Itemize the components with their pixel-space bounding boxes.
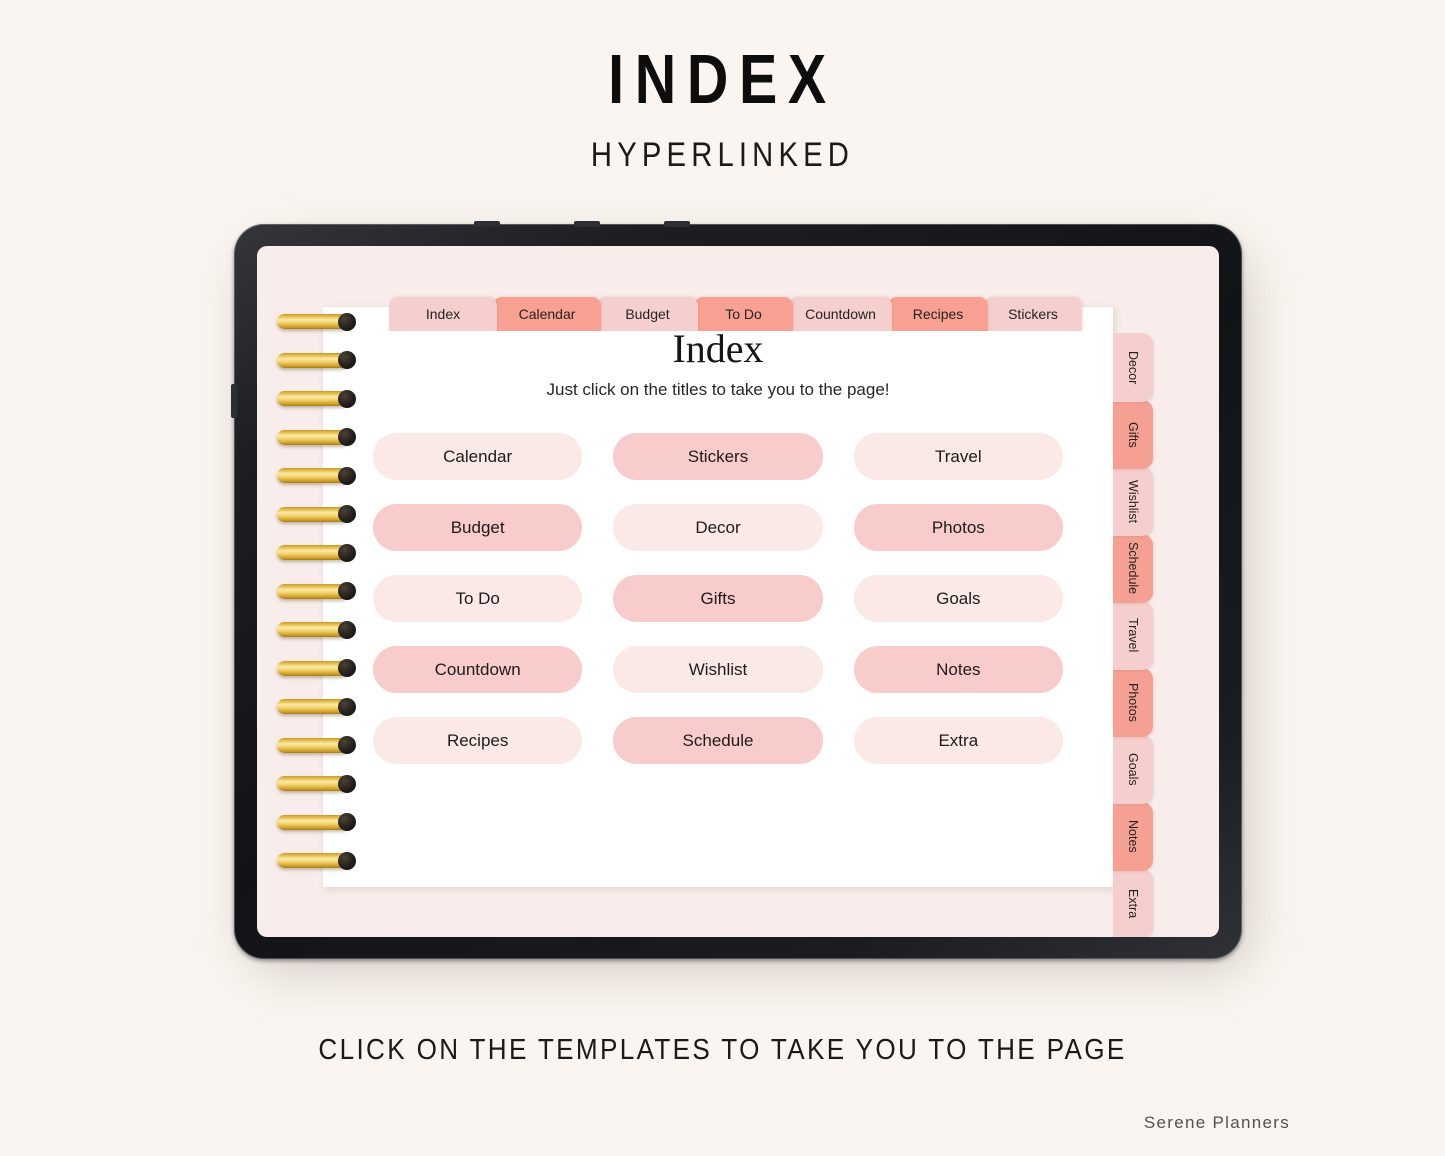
spiral-ring	[277, 389, 356, 408]
tablet-power-button[interactable]	[664, 221, 690, 227]
index-link-countdown[interactable]: Countdown	[373, 646, 583, 693]
spiral-ring	[277, 851, 356, 870]
tablet-device: Index Calendar Budget To Do Countdown Recipes…	[231, 221, 1242, 959]
spiral-ring	[277, 697, 356, 716]
planner-page-title: Index	[672, 326, 764, 371]
spiral-ring	[277, 428, 356, 446]
planner-page-subtitle: Just click on the titles to take you to …	[546, 380, 890, 399]
top-tab-countdown[interactable]: Countdown	[789, 297, 892, 331]
spiral-binding	[277, 312, 359, 894]
tablet-side-button[interactable]	[231, 384, 237, 418]
top-tab-to-do[interactable]: To Do	[694, 297, 793, 331]
side-tab-label: Gifts	[1126, 421, 1140, 448]
tablet-volume-up-button[interactable]	[474, 221, 500, 227]
top-tab-recipes[interactable]: Recipes	[888, 297, 988, 331]
tablet-screen: Index Calendar Budget To Do Countdown Recipes…	[257, 246, 1219, 937]
index-link-gifts[interactable]: Gifts	[613, 575, 823, 622]
index-link-notes[interactable]: Notes	[853, 646, 1063, 693]
spiral-ring	[277, 582, 356, 600]
side-tab-photos[interactable]: Photos	[1113, 668, 1153, 737]
side-tab-label: Schedule	[1126, 542, 1140, 595]
index-link-decor[interactable]: Decor	[613, 504, 823, 551]
side-tab-wishlist[interactable]: Wishlist	[1113, 467, 1153, 536]
side-tab-label: Photos	[1126, 683, 1140, 722]
index-link-photos[interactable]: Photos	[853, 504, 1063, 551]
side-tab-label: Wishlist	[1126, 479, 1140, 524]
side-tab-decor[interactable]: Decor	[1113, 333, 1153, 402]
spiral-ring	[277, 620, 356, 639]
planner-page: Index Just click on the titles to take y…	[323, 307, 1113, 887]
index-link-grid: Calendar Stickers Travel Budget Decor Photos T…	[373, 433, 1063, 764]
side-tab-schedule[interactable]: Schedule	[1113, 534, 1153, 603]
index-link-budget[interactable]: Budget	[373, 504, 583, 551]
index-link-stickers[interactable]: Stickers	[613, 433, 823, 480]
brand-label: Serene Planners	[1143, 1113, 1290, 1132]
page-subtitle: HYPERLINKED	[590, 136, 855, 174]
index-link-goals[interactable]: Goals	[853, 575, 1063, 622]
side-tab-strip: Decor Gifts Wishlist Schedule Travel Photos Go…	[1113, 333, 1153, 937]
spiral-ring	[277, 505, 356, 523]
index-link-travel[interactable]: Travel	[853, 433, 1063, 480]
top-tab-calendar[interactable]: Calendar	[493, 297, 601, 331]
top-tab-index[interactable]: Index	[389, 297, 497, 331]
spiral-ring	[277, 466, 356, 485]
side-tab-label: Goals	[1126, 753, 1140, 786]
spiral-ring	[277, 774, 356, 793]
spiral-ring	[277, 312, 356, 331]
side-tab-gifts[interactable]: Gifts	[1113, 400, 1153, 469]
spiral-ring	[277, 659, 356, 677]
spiral-ring	[277, 351, 356, 369]
footer-caption: CLICK ON THE TEMPLATES TO TAKE YOU TO TH…	[318, 1034, 1127, 1066]
spiral-ring	[277, 813, 356, 831]
index-link-calendar[interactable]: Calendar	[373, 433, 583, 480]
side-tab-label: Extra	[1126, 888, 1140, 919]
top-tab-stickers[interactable]: Stickers	[984, 297, 1082, 331]
side-tab-travel[interactable]: Travel	[1113, 601, 1153, 670]
top-tab-budget[interactable]: Budget	[597, 297, 698, 331]
index-link-wishlist[interactable]: Wishlist	[613, 646, 823, 693]
side-tab-label: Notes	[1126, 820, 1140, 853]
index-link-recipes[interactable]: Recipes	[373, 717, 583, 764]
side-tab-goals[interactable]: Goals	[1113, 735, 1153, 804]
side-tab-label: Decor	[1126, 350, 1140, 385]
index-link-extra[interactable]: Extra	[853, 717, 1063, 764]
page-title: INDEX	[608, 40, 837, 118]
side-tab-extra[interactable]: Extra	[1113, 869, 1153, 937]
side-tab-notes[interactable]: Notes	[1113, 802, 1153, 871]
spiral-ring	[277, 736, 356, 754]
top-tab-strip: Index Calendar Budget To Do Countdown Recipes…	[389, 297, 1082, 331]
index-link-to-do[interactable]: To Do	[373, 575, 583, 622]
tablet-volume-down-button[interactable]	[574, 221, 600, 227]
page-header: INDEX HYPERLINKED	[0, 0, 1445, 175]
spiral-ring	[277, 543, 356, 562]
side-tab-label: Travel	[1126, 618, 1140, 653]
index-link-schedule[interactable]: Schedule	[613, 717, 823, 764]
